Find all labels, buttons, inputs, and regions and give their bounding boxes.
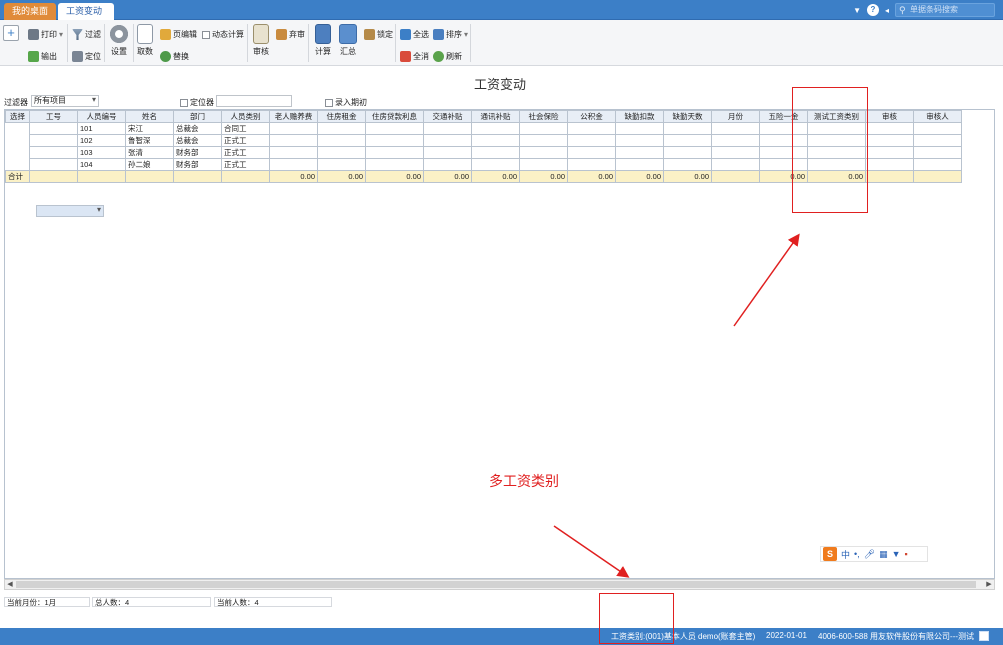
annotation-arrows: [553, 233, 800, 578]
